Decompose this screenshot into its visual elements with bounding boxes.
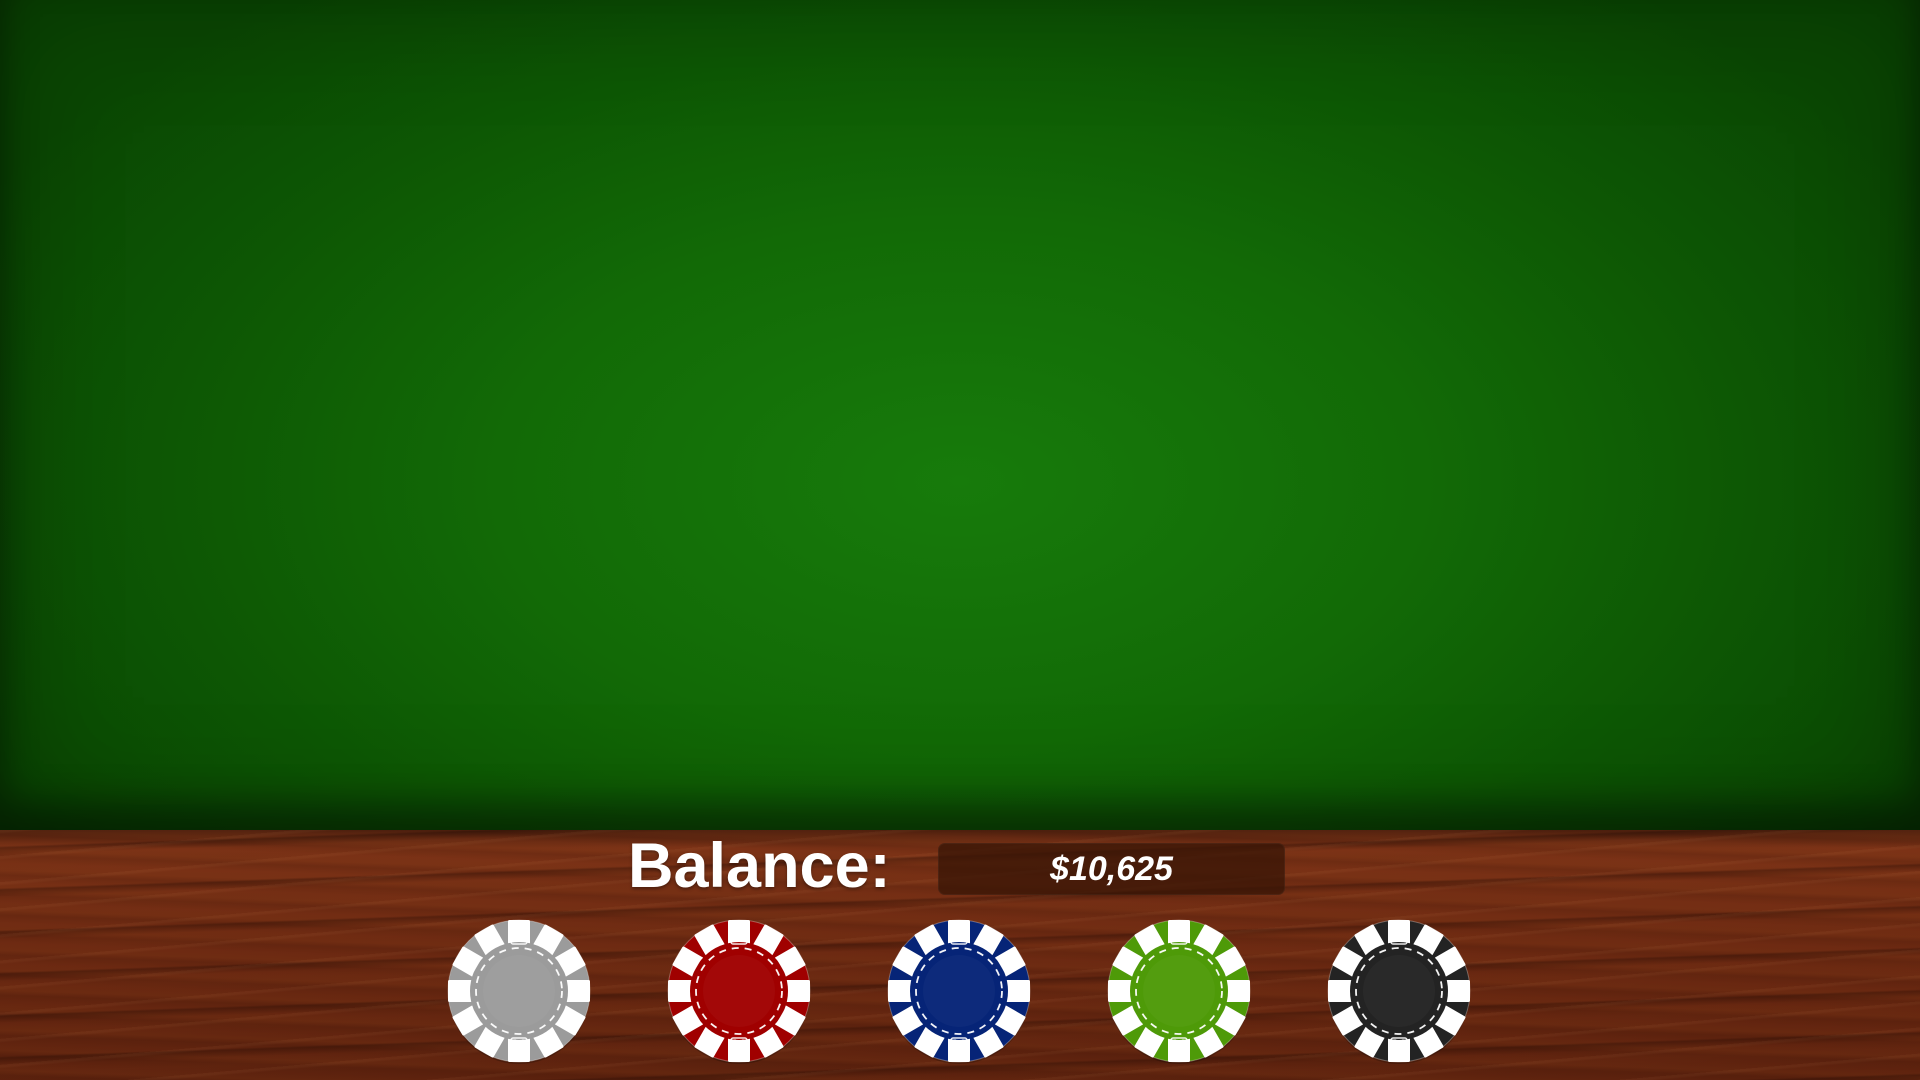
- poker-chip-icon: [887, 919, 1031, 1064]
- poker-chip-icon: [1107, 919, 1251, 1064]
- chip-blue-button[interactable]: [886, 918, 1032, 1064]
- chip-green-button[interactable]: [1106, 918, 1252, 1064]
- game-table-felt: [0, 0, 1920, 830]
- poker-chip-icon: [667, 919, 811, 1064]
- chip-red-button[interactable]: [666, 918, 812, 1064]
- poker-chip-icon: [1327, 919, 1471, 1064]
- balance-value: $10,625: [1050, 850, 1173, 888]
- chip-white-button[interactable]: [446, 918, 592, 1064]
- balance-label: Balance:: [628, 831, 891, 901]
- chip-black-button[interactable]: [1326, 918, 1472, 1064]
- poker-chip-icon: [447, 919, 591, 1064]
- balance-display: $10,625: [938, 843, 1285, 895]
